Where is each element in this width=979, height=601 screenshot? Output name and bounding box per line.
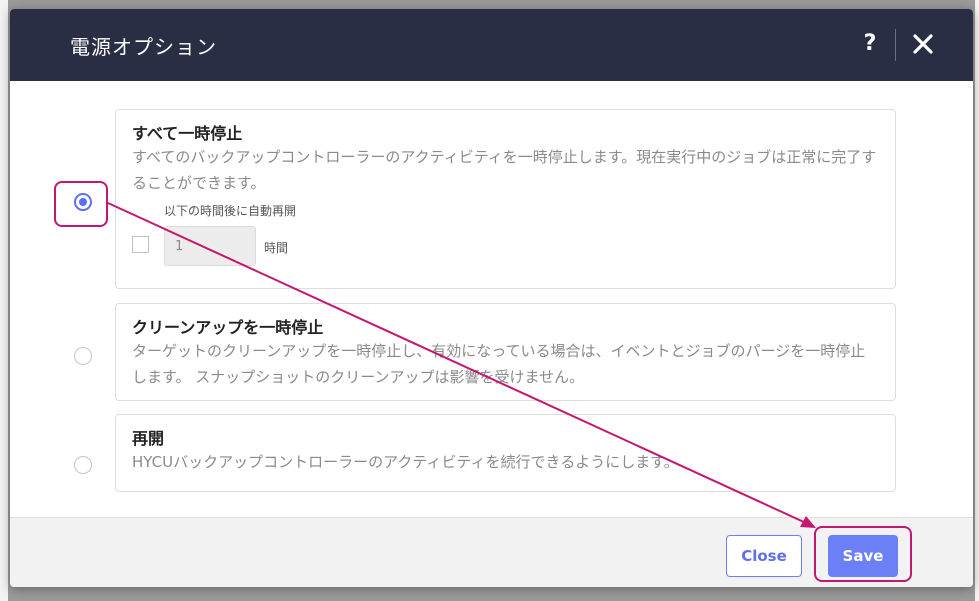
radio-pause-all[interactable] xyxy=(74,193,92,211)
option-description: すべてのバックアップコントローラーのアクティビティを一時停止します。現在実行中の… xyxy=(132,148,877,192)
option-card-pause-cleanup[interactable]: クリーンアップを一時停止 ターゲットのクリーンアップを一時停止し、有効になってい… xyxy=(115,303,896,401)
header-divider xyxy=(895,29,896,61)
auto-resume-unit: 時間 xyxy=(264,241,289,255)
radio-resume[interactable] xyxy=(74,456,92,474)
option-card-resume[interactable]: 再開 HYCUバックアップコントローラーのアクティビティを続行できるようにします… xyxy=(115,414,896,492)
option-description: HYCUバックアップコントローラーのアクティビティを続行できるようにします。 xyxy=(132,453,679,471)
dialog-body: すべて一時停止 すべてのバックアップコントローラーのアクティビティを一時停止しま… xyxy=(10,81,973,517)
auto-resume-label: 以下の時間後に自動再開 xyxy=(164,204,297,218)
close-icon[interactable] xyxy=(910,29,936,59)
radio-pause-cleanup[interactable] xyxy=(74,347,92,365)
save-button[interactable]: Save xyxy=(828,535,898,577)
power-options-dialog: 電源オプション ? すべて一時停止 すべてのバックアップコントローラーのアクティ… xyxy=(10,9,973,587)
option-title: すべて一時停止 xyxy=(132,124,243,143)
option-description: ターゲットのクリーンアップを一時停止し、有効になっている場合は、イベントとジョブ… xyxy=(132,342,866,386)
dialog-header: 電源オプション ? xyxy=(10,9,973,81)
background-panel-right xyxy=(975,0,979,601)
dialog-footer: Close Save xyxy=(10,517,973,587)
close-button[interactable]: Close xyxy=(726,535,802,577)
auto-resume-checkbox[interactable] xyxy=(132,236,149,253)
background-panel-left xyxy=(0,0,8,601)
dialog-title: 電源オプション xyxy=(70,35,217,59)
option-title: クリーンアップを一時停止 xyxy=(132,318,324,337)
help-icon[interactable]: ? xyxy=(860,29,880,59)
option-card-pause-all[interactable]: すべて一時停止 すべてのバックアップコントローラーのアクティビティを一時停止しま… xyxy=(115,109,896,289)
option-title: 再開 xyxy=(132,429,165,448)
auto-resume-hours-input[interactable] xyxy=(164,226,256,266)
